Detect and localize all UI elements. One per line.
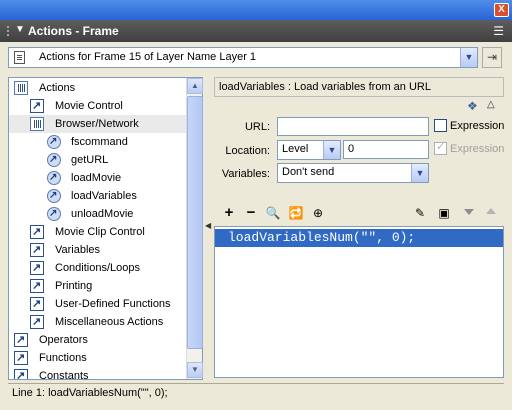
scrollbar-thumb[interactable] <box>187 96 203 349</box>
collapse-arrow-icon[interactable]: ▼ <box>15 24 25 35</box>
tree-item-browser-network[interactable]: Browser/Network <box>9 115 187 133</box>
book-open-icon <box>14 81 28 95</box>
panel-header[interactable]: ▼ Actions - Frame ☰ <box>0 20 512 42</box>
action-icon <box>47 169 61 187</box>
move-up-icon[interactable] <box>486 208 496 214</box>
close-button[interactable]: X <box>494 3 509 17</box>
view-options-icon[interactable]: ▣ <box>435 204 453 222</box>
script-editor[interactable]: loadVariablesNum("", 0); <box>214 226 504 378</box>
tree-item-fscommand[interactable]: fscommand <box>9 133 187 151</box>
panel-splitter[interactable]: ◀ <box>204 77 212 380</box>
add-action-button[interactable]: + <box>220 204 238 222</box>
debug-options-icon[interactable]: ✎ <box>411 204 429 222</box>
url-expression-label: Expression <box>450 120 505 132</box>
location-expression-checkbox <box>434 140 447 155</box>
book-icon <box>30 241 44 259</box>
replace-icon[interactable]: 🔁 <box>287 204 305 222</box>
panel-title: Actions - Frame <box>28 24 119 38</box>
find-icon[interactable]: 🔍 <box>264 204 282 222</box>
tree-item-conditions-loops[interactable]: Conditions/Loops <box>9 259 187 277</box>
status-bar: Line 1: loadVariablesNum("", 0); <box>8 383 504 403</box>
tree-item-unloadmovie[interactable]: unloadMovie <box>9 205 187 223</box>
actions-frame-window: X ▼ Actions - Frame ☰ Actions for Frame … <box>0 0 512 410</box>
collapse-left-icon[interactable]: ◀ <box>205 221 211 230</box>
tree-item-printing[interactable]: Printing <box>9 277 187 295</box>
tree-item-movie-control[interactable]: Movie Control <box>9 97 187 115</box>
action-description-bar: loadVariables : Load variables from an U… <box>214 77 504 97</box>
location-type-select[interactable]: Level ▼ <box>277 140 341 160</box>
collapse-up-icon[interactable]: △ <box>487 99 495 110</box>
options-menu-icon[interactable]: ☰ <box>493 24 504 38</box>
book-icon <box>30 313 44 331</box>
tree-item-geturl[interactable]: getURL <box>9 151 187 169</box>
scroll-down-icon[interactable]: ▼ <box>187 362 203 378</box>
reference-book-icon[interactable]: ❖ <box>467 99 478 113</box>
drag-grip-icon[interactable] <box>6 25 10 37</box>
book-icon <box>30 223 44 241</box>
book-icon <box>14 367 28 379</box>
action-icon <box>47 151 61 169</box>
tree-item-constants[interactable]: Constants <box>9 367 187 379</box>
title-bar: X <box>0 0 512 20</box>
book-icon <box>14 331 28 349</box>
tree-item-movie-clip-control[interactable]: Movie Clip Control <box>9 223 187 241</box>
tree-item-loadmovie[interactable]: loadMovie <box>9 169 187 187</box>
move-down-icon[interactable] <box>464 209 474 215</box>
scroll-up-icon[interactable]: ▲ <box>187 78 203 94</box>
script-line-selected[interactable]: loadVariablesNum("", 0); <box>215 229 503 247</box>
location-label: Location: <box>225 145 270 157</box>
url-expression-checkbox[interactable] <box>434 119 447 132</box>
chevron-down-icon[interactable]: ▼ <box>323 141 340 159</box>
script-target-label: Actions for Frame 15 of Layer Name Layer… <box>39 51 257 63</box>
tree-item-user-defined-functions[interactable]: User-Defined Functions <box>9 295 187 313</box>
location-value-field[interactable]: 0 <box>343 140 429 159</box>
chevron-down-icon[interactable]: ▼ <box>460 48 477 67</box>
action-description: loadVariables : Load variables from an U… <box>219 81 431 93</box>
book-icon <box>30 259 44 277</box>
tree-item-actions[interactable]: Actions <box>9 79 187 97</box>
tree-item-variables[interactable]: Variables <box>9 241 187 259</box>
book-icon <box>30 295 44 313</box>
book-icon <box>14 349 28 367</box>
toolbox-scrollbar[interactable]: ▲ ▼ <box>186 78 203 379</box>
url-label: URL: <box>244 121 270 133</box>
actions-toolbox: Actions Movie Control Browser/Network fs… <box>8 77 203 380</box>
script-page-icon <box>14 51 25 64</box>
location-expression-label: Expression <box>450 143 505 155</box>
url-field[interactable] <box>277 117 429 136</box>
action-icon <box>47 187 61 205</box>
action-icon <box>47 133 61 151</box>
variables-label: Variables: <box>221 168 270 180</box>
delete-action-button[interactable]: − <box>242 204 260 222</box>
status-text: Line 1: loadVariablesNum("", 0); <box>12 387 168 399</box>
tree-item-operators[interactable]: Operators <box>9 331 187 349</box>
tree-item-loadvariables[interactable]: loadVariables <box>9 187 187 205</box>
book-icon <box>30 277 44 295</box>
variables-select[interactable]: Don't send ▼ <box>277 163 429 183</box>
target-path-icon[interactable]: ⊕ <box>309 204 327 222</box>
tree-item-functions[interactable]: Functions <box>9 349 187 367</box>
chevron-down-icon[interactable]: ▼ <box>411 164 428 182</box>
book-icon <box>30 97 44 115</box>
tree-item-miscellaneous-actions[interactable]: Miscellaneous Actions <box>9 313 187 331</box>
script-target-select[interactable]: Actions for Frame 15 of Layer Name Layer… <box>8 47 478 68</box>
action-icon <box>47 205 61 223</box>
book-open-icon <box>30 117 44 131</box>
pin-script-button[interactable]: ⇥ <box>482 47 502 68</box>
